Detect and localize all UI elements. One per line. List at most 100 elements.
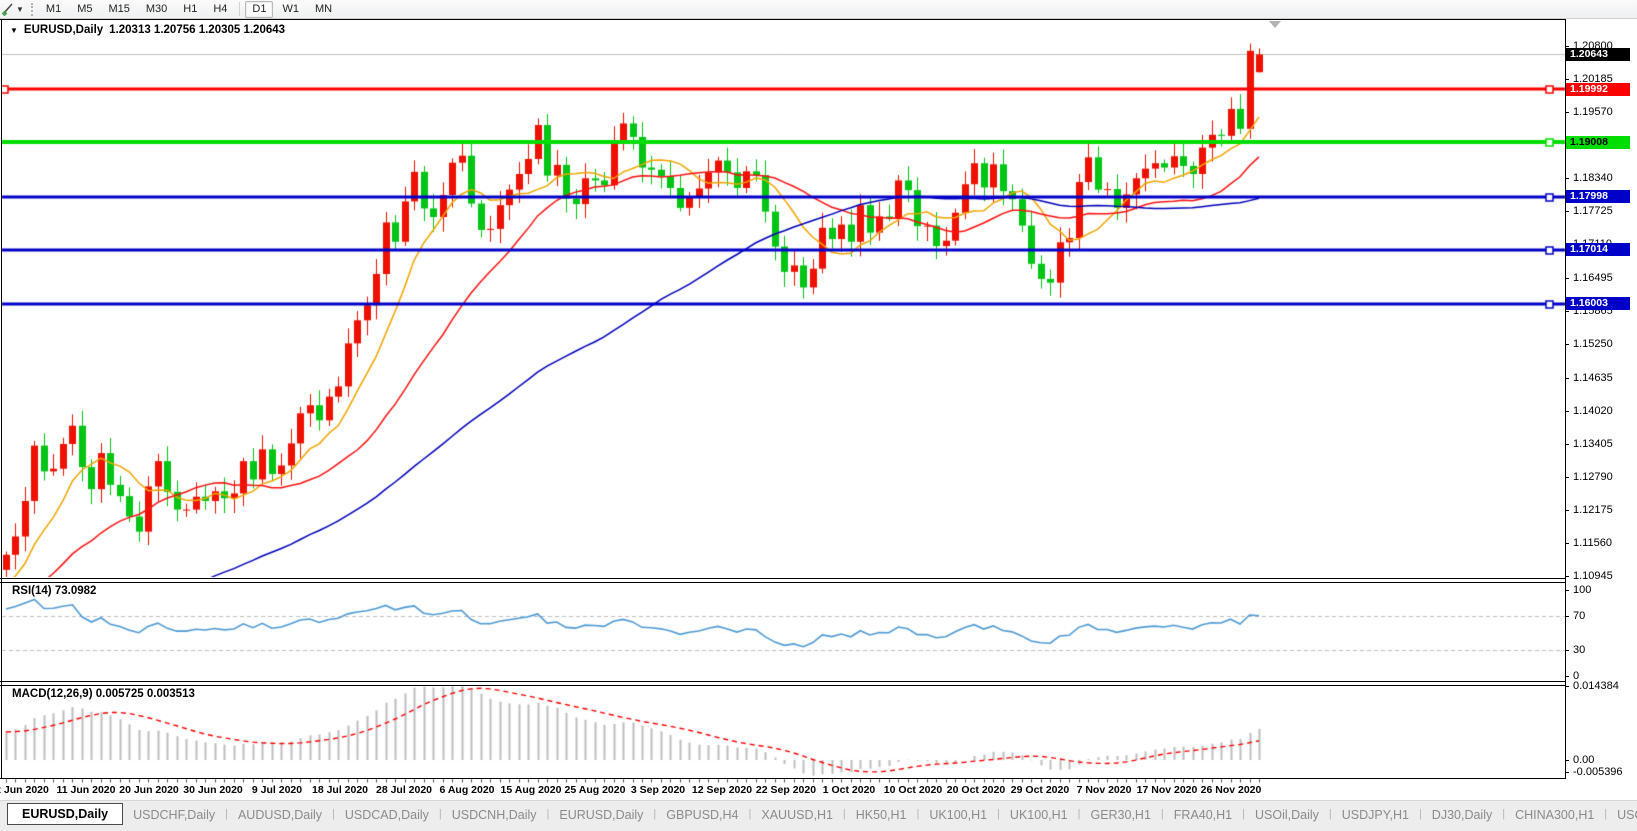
tab-usdchf-daily[interactable]: USDCHF,Daily xyxy=(123,804,225,826)
tab-usdcnh-daily[interactable]: USDCNH,Daily xyxy=(442,804,547,826)
rsi-axis-tick xyxy=(1565,616,1569,617)
macd-value: 0.005725 xyxy=(96,688,144,700)
macd-axis-label: 0.014384 xyxy=(1573,680,1619,692)
tab-uk100-h1[interactable]: UK100,H1 xyxy=(1000,804,1078,826)
chart-tab-bar: EURUSD,DailyUSDCHF,Daily|AUDUSD,Daily|US… xyxy=(0,800,1637,831)
macd-axis-tick xyxy=(1565,760,1569,761)
price-axis-tick-label: 1.13405 xyxy=(1573,438,1613,450)
rsi-axis-label: 30 xyxy=(1573,644,1585,656)
tab-fra40-h1[interactable]: FRA40,H1 xyxy=(1164,804,1242,826)
toolbar-grip[interactable] xyxy=(31,3,33,16)
price-axis-tick xyxy=(1565,510,1569,511)
date-axis-label: 30 Jun 2020 xyxy=(183,784,243,796)
chart-left-border xyxy=(1,19,2,778)
price-axis-tick-label: 1.14635 xyxy=(1573,372,1613,384)
price-axis-tick xyxy=(1565,112,1569,113)
date-axis-label: 3 Sep 2020 xyxy=(631,784,685,796)
price-axis-tick xyxy=(1565,46,1569,47)
tab-xauusd-h1[interactable]: XAUUSD,H1 xyxy=(751,804,843,826)
price-axis-tick xyxy=(1565,211,1569,212)
price-badge-level: 1.17014 xyxy=(1566,243,1630,256)
timeframe-button-m30[interactable]: M30 xyxy=(139,1,174,18)
macd-signal-value: 0.003513 xyxy=(147,688,195,700)
price-axis-tick-label: 1.19570 xyxy=(1573,106,1613,118)
rsi-axis-label: 70 xyxy=(1573,610,1585,622)
date-axis-label: 28 Jul 2020 xyxy=(376,784,432,796)
tab-ger30-h1[interactable]: GER30,H1 xyxy=(1080,804,1160,826)
rsi-axis-tick xyxy=(1565,676,1569,677)
timeframe-button-d1[interactable]: D1 xyxy=(245,1,273,18)
timeframe-button-m1[interactable]: M1 xyxy=(39,1,68,18)
tab-china300-h1[interactable]: CHINA300,H1 xyxy=(1505,804,1604,826)
date-axis-label: 17 Nov 2020 xyxy=(1137,784,1198,796)
timeframe-button-w1[interactable]: W1 xyxy=(275,1,306,18)
chart-shift-marker-icon[interactable] xyxy=(1269,21,1281,28)
date-axis-label: 9 Jul 2020 xyxy=(252,784,302,796)
rsi-axis-label: 100 xyxy=(1573,584,1591,596)
date-axis-label: 25 Aug 2020 xyxy=(565,784,626,796)
tab-usdjpy-h1[interactable]: USDJPY,H1 xyxy=(1332,804,1419,826)
tab-hk50-h1[interactable]: HK50,H1 xyxy=(846,804,917,826)
chart-ohlc: 1.20313 1.20756 1.20305 1.20643 xyxy=(109,24,285,36)
price-badge-level: 1.19008 xyxy=(1566,136,1630,149)
tab-eurusd-daily[interactable]: EURUSD,Daily xyxy=(7,803,123,825)
timeframe-button-m5[interactable]: M5 xyxy=(70,1,99,18)
timeframe-button-h4[interactable]: H4 xyxy=(206,1,234,18)
price-badge-level: 1.17998 xyxy=(1566,190,1630,203)
toolbar-separator xyxy=(239,2,240,16)
tab-gbpusd-h4[interactable]: GBPUSD,H4 xyxy=(656,804,748,826)
timeframe-button-m15[interactable]: M15 xyxy=(101,1,136,18)
date-axis-label: 29 Oct 2020 xyxy=(1011,784,1069,796)
date-axis-label: 20 Jun 2020 xyxy=(119,784,179,796)
macd-axis-tick xyxy=(1565,772,1569,773)
macd-axis-tick xyxy=(1565,686,1569,687)
tool-dropdown-icon[interactable]: ▼ xyxy=(16,5,24,14)
price-axis-tick-label: 1.17725 xyxy=(1573,205,1613,217)
date-axis-label: 22 Sep 2020 xyxy=(756,784,816,796)
chart-top-border xyxy=(0,19,1566,20)
rsi-label: RSI(14) 73.0982 xyxy=(12,585,96,597)
rsi-pane-bottom-border xyxy=(0,681,1566,682)
price-axis-tick xyxy=(1565,344,1569,345)
date-axis-label: 26 Nov 2020 xyxy=(1201,784,1262,796)
price-chart-canvas[interactable] xyxy=(0,0,1637,831)
mt4-window: { "toolbar": { "tool_icon": "cursor-line… xyxy=(0,0,1637,831)
macd-label: MACD(12,26,9) 0.005725 0.003513 xyxy=(12,688,195,700)
date-axis-label: 11 Jun 2020 xyxy=(57,784,116,796)
price-axis-tick xyxy=(1565,178,1569,179)
price-axis-tick xyxy=(1565,79,1569,80)
price-axis-tick-label: 1.18340 xyxy=(1573,172,1613,184)
timeframe-button-mn[interactable]: MN xyxy=(308,1,339,18)
price-axis-tick-label: 1.15250 xyxy=(1573,338,1613,350)
date-axis-label: 6 Aug 2020 xyxy=(439,784,494,796)
date-axis-label: 20 Oct 2020 xyxy=(947,784,1005,796)
tab-dj30-daily[interactable]: DJ30,Daily xyxy=(1422,804,1502,826)
tab-audusd-daily[interactable]: AUDUSD,Daily xyxy=(228,804,332,826)
price-axis-tick-label: 1.12175 xyxy=(1573,504,1613,516)
price-axis-separator xyxy=(1565,19,1566,778)
price-axis-tick-label: 1.10945 xyxy=(1573,570,1613,582)
main-pane-bottom-border xyxy=(0,578,1566,579)
rsi-pane-top-border xyxy=(0,582,1566,583)
price-badge-level: 1.16003 xyxy=(1566,297,1630,310)
timeframe-button-h1[interactable]: H1 xyxy=(176,1,204,18)
date-axis-label: 10 Oct 2020 xyxy=(884,784,942,796)
price-axis-tick xyxy=(1565,543,1569,544)
price-axis-tick-label: 1.12790 xyxy=(1573,471,1613,483)
price-badge-current: 1.20643 xyxy=(1566,48,1630,61)
tab-usoil-h1[interactable]: USOil,H1 xyxy=(1607,804,1637,826)
cursor-line-tool-icon[interactable] xyxy=(1,2,14,16)
tab-usdcad-daily[interactable]: USDCAD,Daily xyxy=(335,804,439,826)
tab-uk100-h1[interactable]: UK100,H1 xyxy=(919,804,997,826)
price-axis-tick xyxy=(1565,311,1569,312)
tab-usoil-daily[interactable]: USOil,Daily xyxy=(1245,804,1329,826)
chart-symbol: EURUSD,Daily xyxy=(24,24,103,36)
macd-pane-bottom-border xyxy=(0,778,1566,779)
rsi-value: 73.0982 xyxy=(55,585,97,597)
date-axis-label: 7 Nov 2020 xyxy=(1077,784,1132,796)
price-axis-tick xyxy=(1565,411,1569,412)
price-axis-tick xyxy=(1565,576,1569,577)
tab-eurusd-daily[interactable]: EURUSD,Daily xyxy=(549,804,653,826)
date-axis-label: 15 Aug 2020 xyxy=(501,784,562,796)
title-collapse-icon[interactable]: ▼ xyxy=(10,26,18,35)
